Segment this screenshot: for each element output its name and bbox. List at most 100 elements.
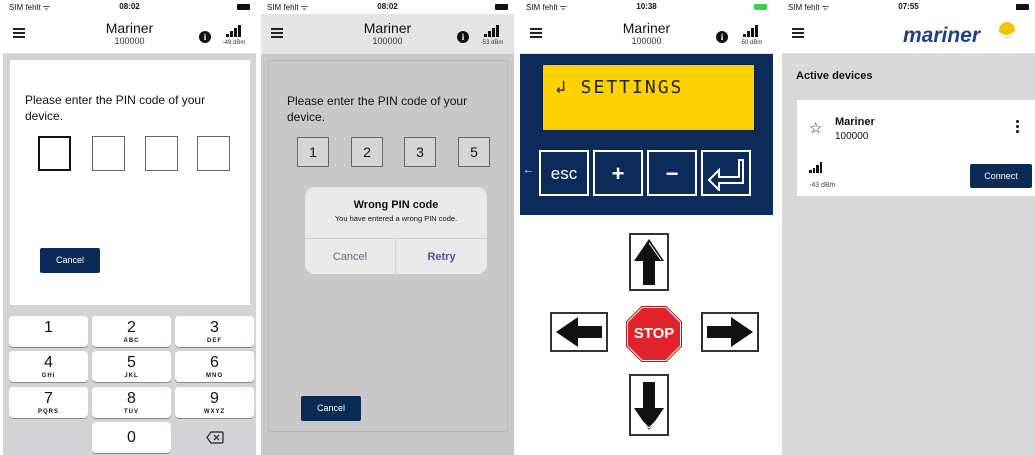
key-blank — [9, 422, 88, 453]
arrow-left-button[interactable] — [550, 312, 608, 352]
plus-button[interactable]: + — [593, 150, 643, 196]
device-name: Mariner — [363, 20, 412, 36]
device-title: Mariner 100000 — [261, 21, 514, 47]
device-title: Mariner 100000 — [520, 21, 773, 47]
minus-button[interactable]: − — [647, 150, 697, 196]
clock: 07:55 — [898, 2, 919, 11]
device-id: 100000 — [631, 36, 662, 46]
esc-button[interactable]: esc — [539, 150, 589, 196]
arrow-down-button[interactable] — [629, 374, 669, 436]
mariner-logo: mariner — [903, 20, 1023, 50]
screen-wrong-pin: SIM fehlt ᯤ 08:02 Mariner 100000 i -53 d… — [261, 0, 514, 455]
pin-digit-box[interactable] — [197, 136, 230, 171]
signal-dbm-label: -43 dBm — [809, 182, 836, 189]
pin-prompt: Please enter the PIN code of your device… — [287, 94, 468, 124]
stop-label: STOP — [633, 325, 675, 342]
key-7[interactable]: 7 PQRS — [9, 387, 88, 418]
device-id: 100000 — [372, 36, 403, 46]
device-name: Mariner — [835, 116, 875, 128]
logo-text: mariner — [903, 24, 982, 47]
pin-digit-box[interactable] — [92, 136, 125, 171]
pin-digit-box[interactable]: 1 — [297, 137, 329, 167]
control-panel: ↲ SETTINGS ← esc + − — [520, 54, 773, 215]
key-5[interactable]: 5 JKL — [92, 351, 171, 382]
arrow-up-icon — [634, 239, 664, 285]
key-4[interactable]: 4 GHI — [9, 351, 88, 382]
signal-indicator: -49 dBm — [220, 23, 248, 53]
device-id: 100000 — [835, 131, 869, 142]
device-name: Mariner — [622, 20, 671, 36]
section-title: Active devices — [796, 70, 873, 82]
status-bar: SIM fehlt ᯤ 08:02 — [3, 0, 256, 14]
arrow-up-button[interactable] — [629, 233, 669, 291]
arrow-right-button[interactable] — [701, 312, 759, 352]
battery-icon — [495, 4, 508, 10]
connect-button[interactable]: Connect — [970, 164, 1032, 188]
clock: 08:02 — [119, 2, 140, 11]
lcd-display: ↲ SETTINGS — [542, 64, 755, 131]
key-6[interactable]: 6 MNO — [175, 351, 254, 382]
key-3[interactable]: 3 DEF — [175, 316, 254, 347]
key-2[interactable]: 2 ABC — [92, 316, 171, 347]
pin-digit-box[interactable]: 5 — [458, 137, 490, 167]
key-8[interactable]: 8 TUV — [92, 387, 171, 418]
key-9[interactable]: 9 WXYZ — [175, 387, 254, 418]
clock: 08:02 — [377, 2, 398, 11]
signal-strength-icon — [484, 25, 500, 37]
status-bar: SIM fehlt ᯤ 07:55 — [782, 0, 1035, 14]
dialog-retry-button[interactable]: Retry — [396, 239, 487, 274]
back-arrow-icon[interactable]: ← — [523, 164, 534, 176]
clock: 10:38 — [636, 2, 657, 11]
signal-strength-icon — [809, 162, 823, 173]
pin-digit-box[interactable] — [38, 136, 71, 171]
enter-icon — [707, 159, 744, 193]
device-title: Mariner 100000 — [3, 21, 256, 47]
signal-strength-icon — [743, 25, 759, 37]
screen-active-devices: SIM fehlt ᯤ 07:55 mariner Active devices… — [782, 0, 1035, 455]
device-card[interactable]: ☆ Mariner 100000 -43 dBm Connect — [797, 100, 1035, 196]
pin-digit-box[interactable]: 3 — [404, 137, 436, 167]
favorite-star-icon[interactable]: ☆ — [809, 119, 822, 137]
pin-card: Please enter the PIN code of your device… — [10, 60, 250, 305]
signal-strength-icon — [226, 25, 242, 37]
numeric-keypad: 1 2 ABC 3 DEF 4 GHI 5 JKL 6 MNO 7 PQRS 8 TUV 9W… — [3, 313, 256, 455]
battery-icon — [1016, 4, 1029, 10]
screen-pin-entry: SIM fehlt ᯤ 08:02 Mariner 100000 i -49 d… — [3, 0, 256, 455]
app-bar: Mariner 100000 i -50 dBm — [520, 14, 773, 54]
app-bar: mariner — [782, 14, 1035, 54]
dialog-title: Wrong PIN code — [353, 199, 439, 211]
lcd-text: ↲ SETTINGS — [555, 77, 684, 98]
pin-digit-box[interactable]: 2 — [351, 137, 383, 167]
arrow-down-icon — [634, 382, 664, 430]
pin-digit-box[interactable] — [145, 136, 178, 171]
arrow-right-icon — [707, 317, 753, 347]
signal-dbm-label: -49 dBm — [222, 40, 246, 46]
backspace-icon — [205, 431, 224, 444]
info-icon[interactable]: i — [716, 31, 728, 43]
stop-button[interactable]: STOP — [625, 305, 683, 363]
app-bar: Mariner 100000 i -49 dBm — [3, 14, 256, 54]
more-options-icon[interactable] — [1016, 120, 1020, 135]
info-icon[interactable]: i — [199, 31, 211, 43]
status-bar: SIM fehlt ᯤ 10:38 — [520, 0, 773, 14]
cancel-button[interactable]: Cancel — [40, 248, 100, 273]
app-bar: Mariner 100000 i -53 dBm — [261, 14, 514, 54]
battery-icon — [754, 4, 767, 10]
wrong-pin-dialog: Wrong PIN code You have entered a wrong … — [305, 187, 487, 274]
enter-button[interactable] — [701, 150, 751, 196]
pin-prompt: Please enter the PIN code of your device… — [25, 93, 206, 123]
status-bar: SIM fehlt ᯤ 08:02 — [261, 0, 514, 14]
arrow-left-icon — [556, 317, 602, 347]
screen-remote-control: SIM fehlt ᯤ 10:38 Mariner 100000 i -50 d… — [520, 0, 773, 455]
signal-indicator: -53 dBm — [478, 23, 506, 53]
key-0[interactable]: 0 — [92, 422, 171, 453]
battery-icon — [237, 4, 250, 10]
dialog-cancel-button[interactable]: Cancel — [305, 239, 396, 274]
signal-dbm-label: -53 dBm — [480, 40, 504, 46]
key-1[interactable]: 1 — [9, 316, 88, 347]
hamburger-menu-icon[interactable] — [792, 28, 804, 38]
device-name: Mariner — [105, 20, 154, 36]
info-icon[interactable]: i — [457, 31, 469, 43]
backspace-key[interactable] — [175, 422, 254, 453]
cancel-button[interactable]: Cancel — [301, 396, 361, 421]
